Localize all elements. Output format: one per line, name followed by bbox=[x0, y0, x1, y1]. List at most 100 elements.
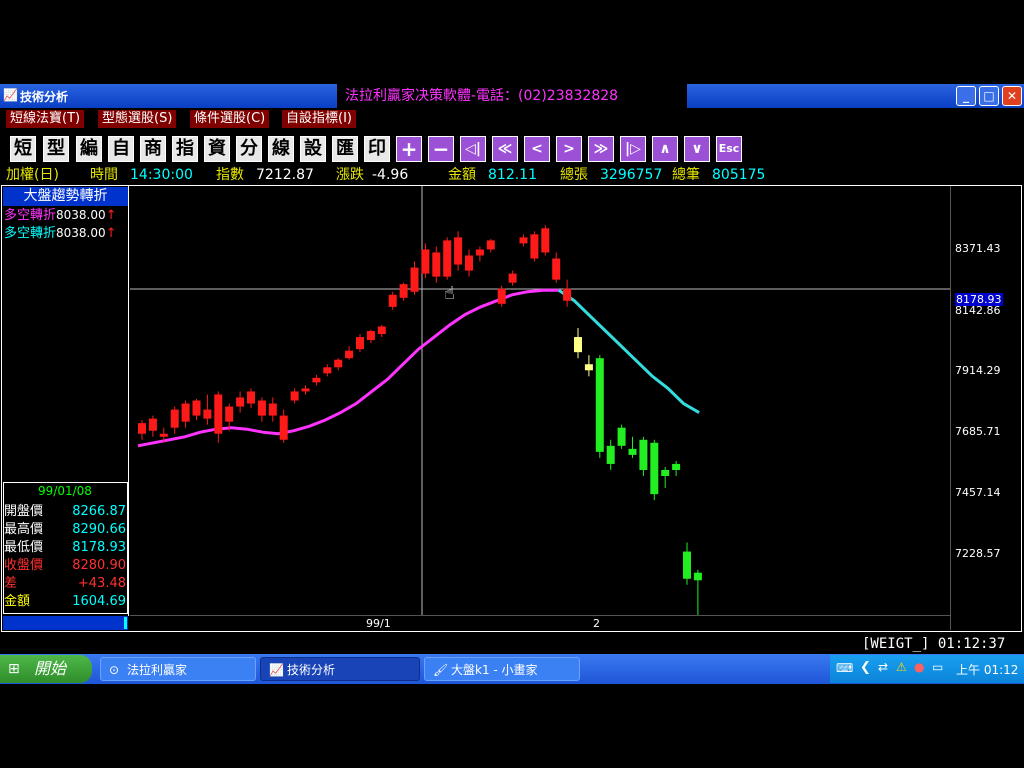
candle-body bbox=[247, 391, 255, 404]
toolbar-btn-pattern[interactable]: 型 bbox=[43, 136, 69, 162]
x-tick: 2 bbox=[593, 617, 600, 630]
down-icon[interactable]: ∨ bbox=[684, 136, 710, 162]
toolbar-btn-line[interactable]: 線 bbox=[268, 136, 294, 162]
index-label: 指數 bbox=[216, 167, 244, 183]
escape-button[interactable]: Esc bbox=[716, 136, 742, 162]
toolbar-btn-export[interactable]: 匯 bbox=[332, 136, 358, 162]
candlestick-chart[interactable] bbox=[130, 186, 950, 615]
security-icon[interactable]: ● bbox=[914, 660, 924, 674]
candle-body bbox=[519, 237, 528, 244]
candle-body bbox=[693, 572, 702, 581]
menu-pattern-select[interactable]: 型態選股(S) bbox=[98, 110, 177, 128]
toolbar-btn-indicator[interactable]: 指 bbox=[172, 136, 198, 162]
volume-value: 3296757 bbox=[600, 167, 663, 183]
toolbar-btn-custom[interactable]: 自 bbox=[108, 136, 134, 162]
candle-body bbox=[508, 273, 517, 283]
candle-body bbox=[683, 551, 691, 579]
candle-body bbox=[639, 439, 648, 470]
candle-body bbox=[377, 326, 386, 335]
time-label: 時間 bbox=[90, 167, 118, 183]
candle-body bbox=[323, 367, 332, 374]
menu-condition-select[interactable]: 條件選股(C) bbox=[190, 110, 270, 128]
task-ferrari[interactable]: ⊙ 法拉利贏家 bbox=[100, 657, 256, 681]
volume-label: 總張 bbox=[560, 167, 588, 183]
time-value: 14:30:00 bbox=[130, 167, 193, 183]
ohlc-key: 差 bbox=[4, 576, 18, 591]
tray-chevron-icon[interactable]: ❮ bbox=[860, 660, 871, 675]
y-tick: 7685.71 bbox=[955, 425, 1001, 438]
first-icon[interactable]: ◁| bbox=[460, 136, 486, 162]
fast-forward-icon[interactable]: ≫ bbox=[588, 136, 614, 162]
minimize-button[interactable]: _ bbox=[956, 86, 976, 106]
windows-logo-icon: ⊞ bbox=[8, 661, 20, 677]
scroll-thumb[interactable] bbox=[124, 617, 127, 629]
network-icon[interactable]: ⇄ bbox=[878, 660, 888, 674]
toolbar-btn-product[interactable]: 商 bbox=[140, 136, 166, 162]
zoom-in-icon[interactable]: + bbox=[396, 136, 422, 162]
candle-body bbox=[584, 364, 593, 371]
candle-body bbox=[214, 394, 223, 434]
candle-body bbox=[345, 350, 354, 359]
signal-row-1: 多空轉折8038.00↑ bbox=[4, 207, 117, 224]
toolbar-btn-data[interactable]: 資 bbox=[204, 136, 230, 162]
chart-mode: 加權(日) bbox=[6, 167, 59, 183]
candle-body bbox=[290, 391, 299, 401]
start-button[interactable]: ⊞ 開始 bbox=[0, 655, 92, 683]
zoom-out-icon[interactable]: − bbox=[428, 136, 454, 162]
candle-body bbox=[279, 415, 288, 440]
menu-short-line[interactable]: 短線法寶(T) bbox=[6, 110, 85, 128]
toolbar-btn-settings[interactable]: 設 bbox=[300, 136, 326, 162]
candle-body bbox=[661, 469, 670, 477]
y-tick: 7457.14 bbox=[955, 486, 1001, 499]
candle-body bbox=[617, 427, 626, 446]
x-tick: 99/1 bbox=[366, 617, 391, 630]
ohlc-row: 最高價 8290.66 bbox=[4, 521, 126, 539]
y-tick: 7228.57 bbox=[955, 547, 1001, 560]
up-icon[interactable]: ∧ bbox=[652, 136, 678, 162]
chart-app-icon: 📈 bbox=[269, 663, 284, 677]
ohlc-value: 8178.93 bbox=[72, 540, 126, 555]
ohlc-value: 8280.90 bbox=[72, 558, 126, 573]
task-label: 法拉利贏家 bbox=[127, 663, 188, 677]
keyboard-icon[interactable]: ⌨ bbox=[836, 661, 853, 675]
candle-body bbox=[257, 400, 266, 416]
last-icon[interactable]: |▷ bbox=[620, 136, 646, 162]
monitor-icon[interactable]: ▭ bbox=[932, 660, 943, 674]
candle-body bbox=[552, 258, 561, 280]
hand-cursor-icon: ☝ bbox=[444, 283, 455, 304]
toolbar-btn-short[interactable]: 短 bbox=[10, 136, 36, 162]
candle-body bbox=[465, 255, 473, 271]
app-window-icon: ⊙ bbox=[109, 663, 120, 677]
ohlc-date: 99/01/08 bbox=[38, 484, 92, 498]
toolbar-btn-print[interactable]: 印 bbox=[364, 136, 390, 162]
warning-icon[interactable]: ⚠ bbox=[896, 660, 907, 674]
cursor-price-label: 8178.93 bbox=[955, 293, 1003, 306]
task-paint[interactable]: 🖌 大盤k1 - 小畫家 bbox=[424, 657, 580, 681]
candle-body bbox=[475, 249, 484, 256]
toolbar-btn-edit[interactable]: 編 bbox=[76, 136, 102, 162]
trades-value: 805175 bbox=[712, 167, 766, 183]
signal-label: 多空轉折 bbox=[4, 208, 57, 223]
toolbar-btn-split[interactable]: 分 bbox=[236, 136, 262, 162]
x-axis-line bbox=[130, 615, 950, 616]
fast-back-icon[interactable]: ≪ bbox=[492, 136, 518, 162]
forward-icon[interactable]: > bbox=[556, 136, 582, 162]
close-button[interactable]: ✕ bbox=[1002, 86, 1022, 106]
maximize-button[interactable]: □ bbox=[979, 86, 999, 106]
candle-body bbox=[138, 423, 146, 434]
panel-title[interactable]: 大盤趨勢轉折 bbox=[3, 187, 128, 206]
candle-body bbox=[159, 433, 168, 437]
ohlc-value: 8266.87 bbox=[72, 504, 126, 519]
y-axis-line bbox=[950, 186, 951, 630]
y-tick: 8371.43 bbox=[955, 242, 1001, 255]
candle-body bbox=[497, 288, 506, 304]
candle-body bbox=[312, 377, 321, 383]
back-icon[interactable]: < bbox=[524, 136, 550, 162]
app-icon: 📈 bbox=[3, 88, 18, 102]
change-label: 漲跌 bbox=[336, 167, 364, 183]
task-technical[interactable]: 📈 技術分析 bbox=[260, 657, 420, 681]
candle-body bbox=[595, 358, 604, 452]
panel-scrollbar[interactable] bbox=[3, 616, 128, 630]
menu-custom-indicator[interactable]: 自設指標(I) bbox=[282, 110, 356, 128]
task-label: 技術分析 bbox=[287, 663, 336, 677]
